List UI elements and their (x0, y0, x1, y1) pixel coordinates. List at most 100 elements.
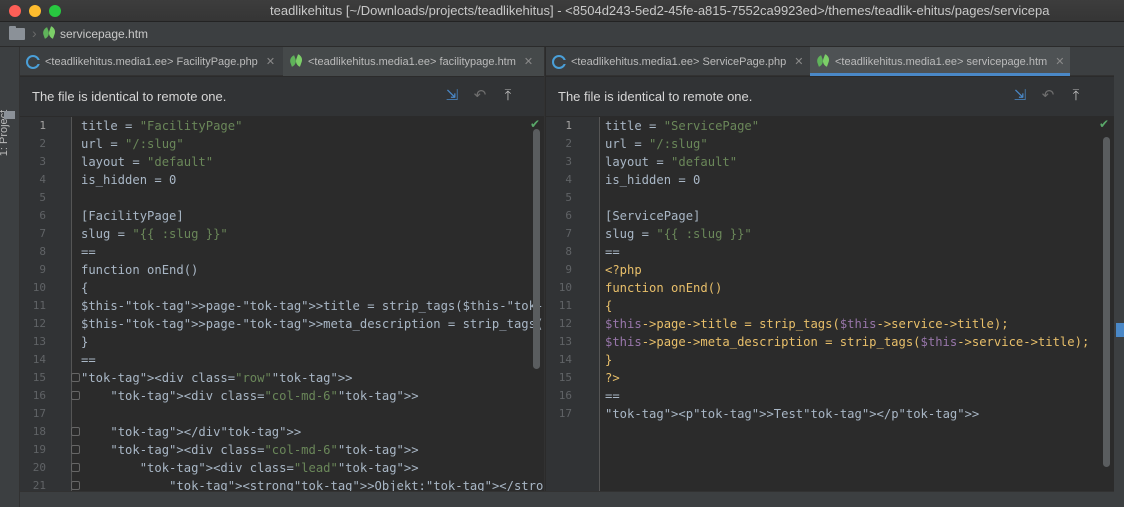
line-number: 14 (558, 353, 572, 366)
line-number: 8 (565, 245, 572, 258)
tab-servicepage-php[interactable]: <teadlikehitus.media1.ee> ServicePage.ph… (546, 47, 809, 76)
code-line[interactable]: is_hidden = 0 (81, 171, 176, 189)
line-number: 5 (565, 191, 572, 204)
close-icon[interactable]: ✕ (794, 55, 803, 68)
code-line[interactable]: function onEnd() (81, 261, 198, 279)
fold-marker-icon[interactable] (71, 463, 80, 472)
tab-bar-right: <teadlikehitus.media1.ee> ServicePage.ph… (546, 47, 1114, 76)
line-number: 19 (32, 443, 46, 456)
line-number: 13 (32, 335, 46, 348)
scroll-marker (1116, 323, 1124, 337)
line-number: 6 (565, 209, 572, 222)
code-line[interactable]: $this->page->meta_description = strip_ta… (605, 333, 1089, 351)
line-number: 1 (565, 119, 572, 132)
diff-info-bar: The file is identical to remote one. ⇲ ↶… (20, 77, 544, 116)
code-line[interactable]: "tok-tag"><div class="lead""tok-tag">> (81, 459, 419, 477)
compare-arrows-icon[interactable]: ⇲ (443, 87, 461, 105)
tab-label: <teadlikehitus.media1.ee> ServicePage.ph… (571, 55, 787, 68)
code-line[interactable]: layout = "default" (81, 153, 213, 171)
code-line[interactable]: slug = "{{ :slug }}" (605, 225, 752, 243)
close-window-button[interactable] (9, 5, 21, 17)
close-icon[interactable]: ✕ (266, 55, 275, 68)
upload-icon[interactable]: ⤒ (499, 87, 517, 105)
code-line[interactable]: { (81, 279, 88, 297)
code-line[interactable]: title = "ServicePage" (605, 117, 759, 135)
fold-marker-icon[interactable] (71, 391, 80, 400)
scrollbar[interactable] (1103, 137, 1110, 467)
window-title: teadlikehitus [~/Downloads/projects/tead… (270, 3, 1050, 18)
code-line[interactable]: "tok-tag"></div"tok-tag">> (81, 423, 301, 441)
checkmark-icon: ✔ (1099, 117, 1110, 131)
line-number: 16 (558, 389, 572, 402)
scrollbar[interactable] (533, 129, 540, 369)
line-number: 15 (558, 371, 572, 384)
code-line[interactable]: [FacilityPage] (81, 207, 184, 225)
code-line[interactable]: is_hidden = 0 (605, 171, 700, 189)
code-line[interactable]: $this->page->title = strip_tags($this->s… (605, 315, 1009, 333)
folder-icon (4, 111, 15, 119)
code-line[interactable]: url = "/:slug" (605, 135, 708, 153)
code-line[interactable]: url = "/:slug" (81, 135, 184, 153)
revert-icon[interactable]: ↶ (1039, 87, 1057, 105)
code-line[interactable]: function onEnd() (605, 279, 722, 297)
code-editor-left[interactable]: 1 2 3 4 5 6 7 8 9 10 11 12 13 14 15 16 17 18 19 20 21 title … (20, 117, 544, 507)
code-line[interactable]: title = "FacilityPage" (81, 117, 242, 135)
code-line[interactable]: $this-"tok-tag">>page-"tok-tag">>title =… (81, 297, 544, 315)
tab-bar-left: <teadlikehitus.media1.ee> FacilityPage.p… (20, 47, 544, 76)
code-line[interactable]: "tok-tag"><div class="row""tok-tag">> (81, 369, 353, 387)
line-number: 1 (39, 119, 46, 132)
navigation-bar: › servicepage.htm (0, 22, 1124, 47)
diff-info-bar: The file is identical to remote one. ⇲ ↶… (546, 77, 1114, 116)
folder-icon[interactable] (9, 26, 25, 40)
code-line[interactable]: == (605, 387, 620, 405)
code-line[interactable]: == (605, 243, 620, 261)
right-tool-strip (1114, 47, 1124, 507)
minimize-window-button[interactable] (29, 5, 41, 17)
close-icon[interactable]: ✕ (1055, 55, 1064, 68)
line-number: 7 (39, 227, 46, 240)
tab-facilitypage-php[interactable]: <teadlikehitus.media1.ee> FacilityPage.p… (20, 47, 281, 76)
code-line[interactable]: == (81, 243, 96, 261)
code-line[interactable]: "tok-tag"><div class="col-md-6""tok-tag"… (81, 441, 418, 459)
code-line[interactable]: ?> (605, 369, 620, 387)
code-line[interactable]: } (81, 333, 88, 351)
line-number: 2 (565, 137, 572, 150)
code-line[interactable]: $this-"tok-tag">>page-"tok-tag">>meta_de… (81, 315, 544, 333)
upload-icon[interactable]: ⤒ (1067, 87, 1085, 105)
october-leaf-icon (289, 55, 303, 69)
php-class-icon (26, 54, 41, 69)
code-line[interactable]: <?php (605, 261, 642, 279)
tab-servicepage-htm[interactable]: <teadlikehitus.media1.ee> servicepage.ht… (810, 47, 1070, 76)
diff-pane-left: <teadlikehitus.media1.ee> FacilityPage.p… (20, 47, 545, 507)
code-line[interactable]: [ServicePage] (605, 207, 700, 225)
revert-icon[interactable]: ↶ (471, 87, 489, 105)
line-number: 18 (32, 425, 46, 438)
line-number-gutter: 1 2 3 4 5 6 7 8 9 10 11 12 13 14 15 16 17 (546, 117, 600, 507)
close-icon[interactable]: ✕ (524, 55, 533, 68)
line-number: 4 (39, 173, 46, 186)
code-line[interactable]: } (605, 351, 612, 369)
fold-marker-icon[interactable] (71, 481, 80, 490)
fold-marker-icon[interactable] (71, 427, 80, 436)
code-line[interactable]: { (605, 297, 612, 315)
line-number: 12 (32, 317, 46, 330)
line-number: 7 (565, 227, 572, 240)
zoom-window-button[interactable] (49, 5, 61, 17)
code-line[interactable]: slug = "{{ :slug }}" (81, 225, 228, 243)
line-number-gutter: 1 2 3 4 5 6 7 8 9 10 11 12 13 14 15 16 17 18 19 20 21 (20, 117, 72, 507)
tab-facilitypage-htm[interactable]: <teadlikehitus.media1.ee> facilitypage.h… (283, 47, 544, 76)
code-line[interactable]: layout = "default" (605, 153, 737, 171)
code-line[interactable]: "tok-tag"><p"tok-tag">>Test"tok-tag"></p… (605, 405, 979, 423)
chevron-right-icon: › (32, 25, 37, 41)
php-class-icon (552, 54, 567, 69)
code-editor-right[interactable]: 1 2 3 4 5 6 7 8 9 10 11 12 13 14 15 16 17 title = "Servi… (546, 117, 1114, 507)
fold-marker-icon[interactable] (71, 445, 80, 454)
code-line[interactable]: == (81, 351, 96, 369)
code-line[interactable]: "tok-tag"><div class="col-md-6""tok-tag"… (81, 387, 418, 405)
line-number: 14 (32, 353, 46, 366)
breadcrumb-file[interactable]: servicepage.htm (60, 27, 148, 41)
line-number: 17 (32, 407, 46, 420)
compare-arrows-icon[interactable]: ⇲ (1011, 87, 1029, 105)
horizontal-scrollbar-area (20, 491, 1114, 507)
fold-marker-icon[interactable] (71, 373, 80, 382)
